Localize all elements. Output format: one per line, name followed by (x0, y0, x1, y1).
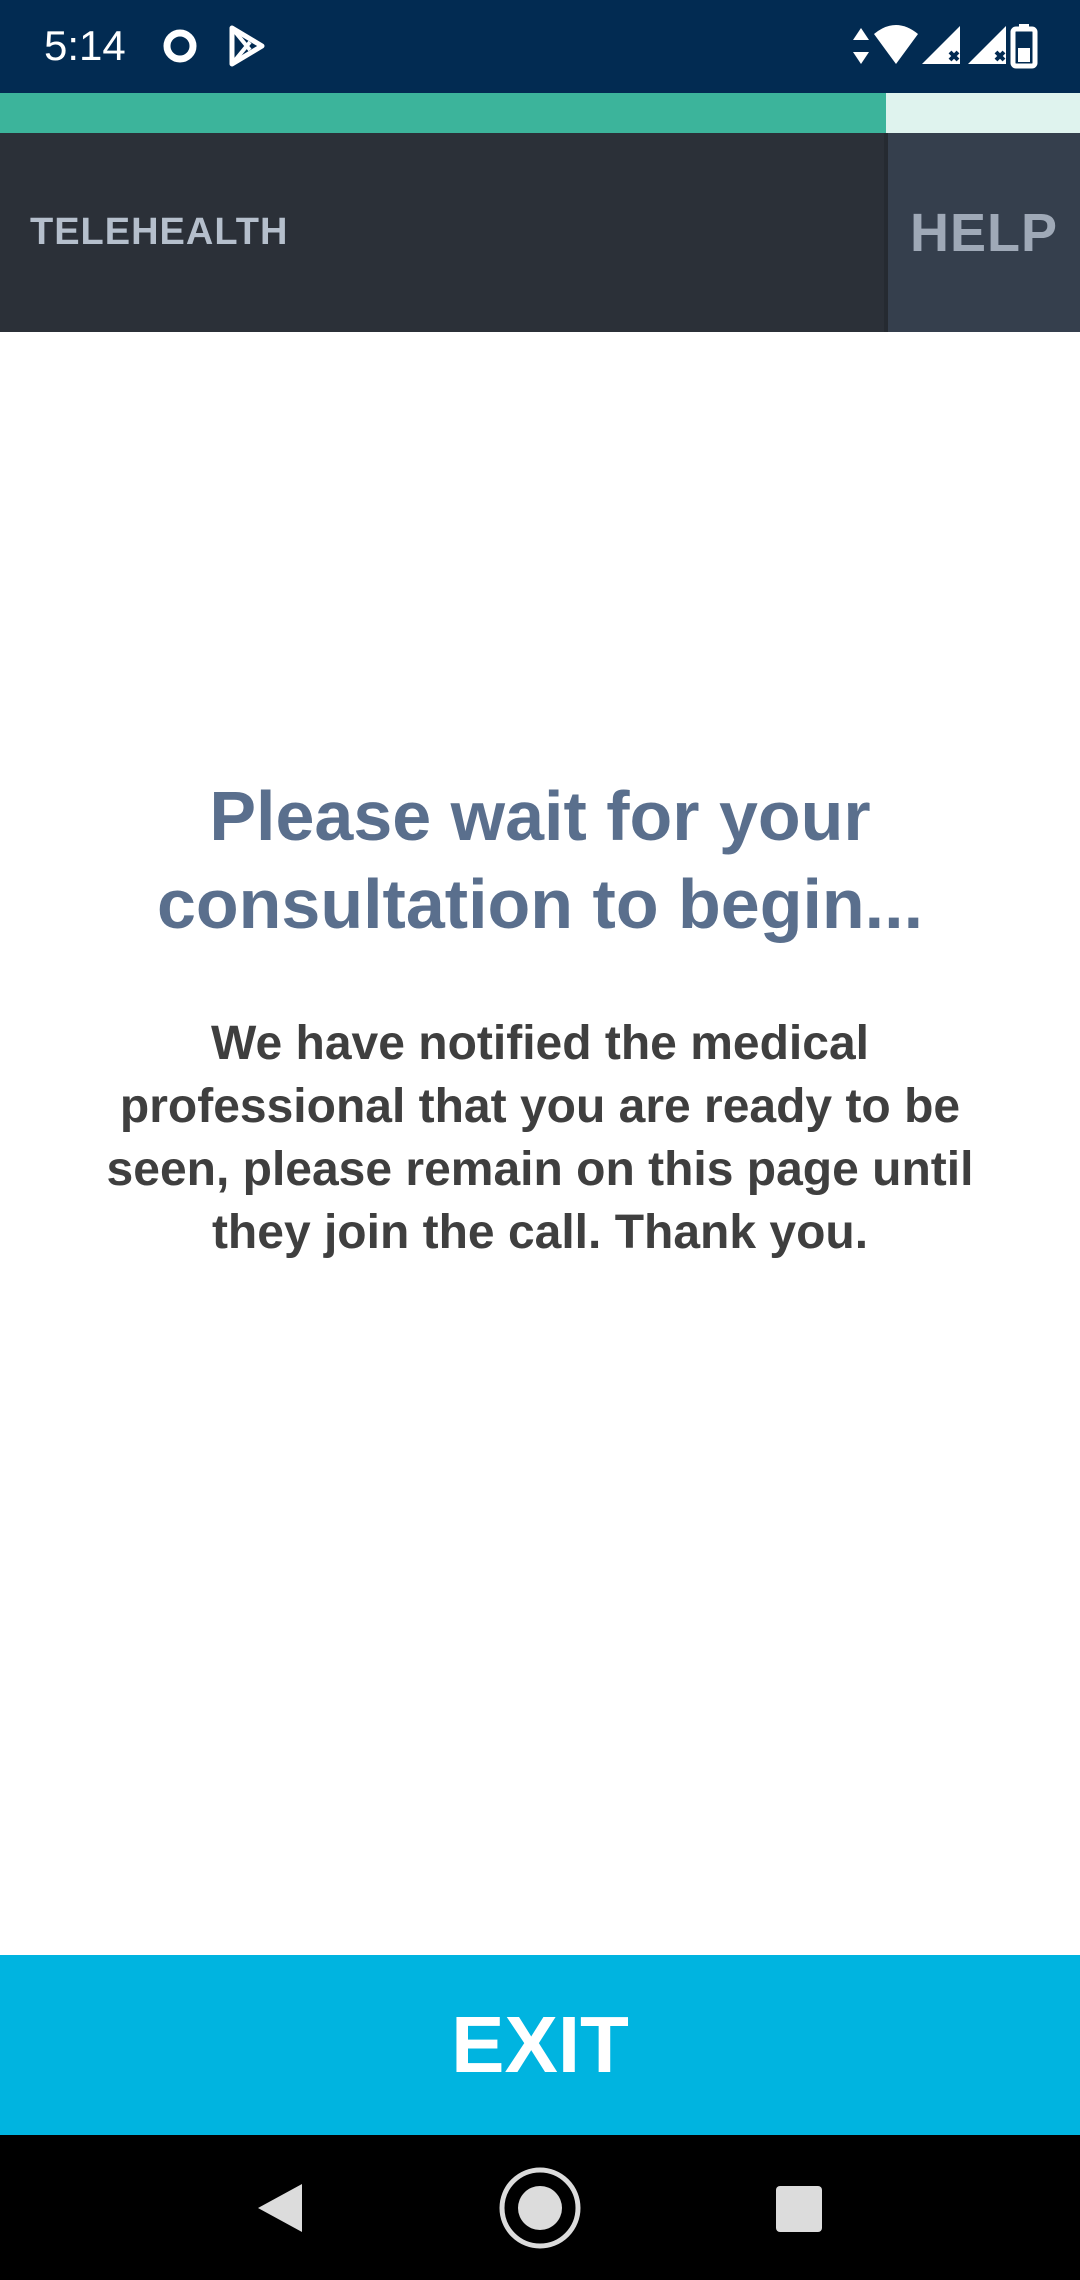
status-message: We have notified the medical professiona… (106, 1017, 974, 1259)
exit-button[interactable]: EXIT (0, 1955, 1080, 2135)
brand-label: TELEHEALTH (30, 211, 289, 253)
recents-icon[interactable] (762, 2172, 834, 2244)
wifi-icon (874, 25, 918, 64)
battery-icon (1010, 24, 1038, 69)
play-store-icon (229, 25, 265, 67)
progress-fill (0, 93, 886, 133)
status-bar: 5:14 (0, 0, 1080, 93)
data-arrows-icon (853, 28, 869, 64)
progress-bar (0, 93, 1080, 133)
record-circle-icon (163, 29, 197, 63)
system-nav-bar (0, 2135, 1080, 2280)
main-content: Please wait for your consultation to beg… (0, 332, 1080, 1955)
home-icon[interactable] (496, 2164, 584, 2252)
signal-icon (968, 26, 1006, 64)
help-button[interactable]: HELP (884, 133, 1080, 332)
page-title: Please wait for your consultation to beg… (156, 777, 924, 943)
signal-icon (922, 26, 960, 64)
status-time: 5:14 (44, 22, 126, 69)
back-icon[interactable] (242, 2172, 314, 2244)
app-header: TELEHEALTH HELP (0, 133, 1080, 332)
